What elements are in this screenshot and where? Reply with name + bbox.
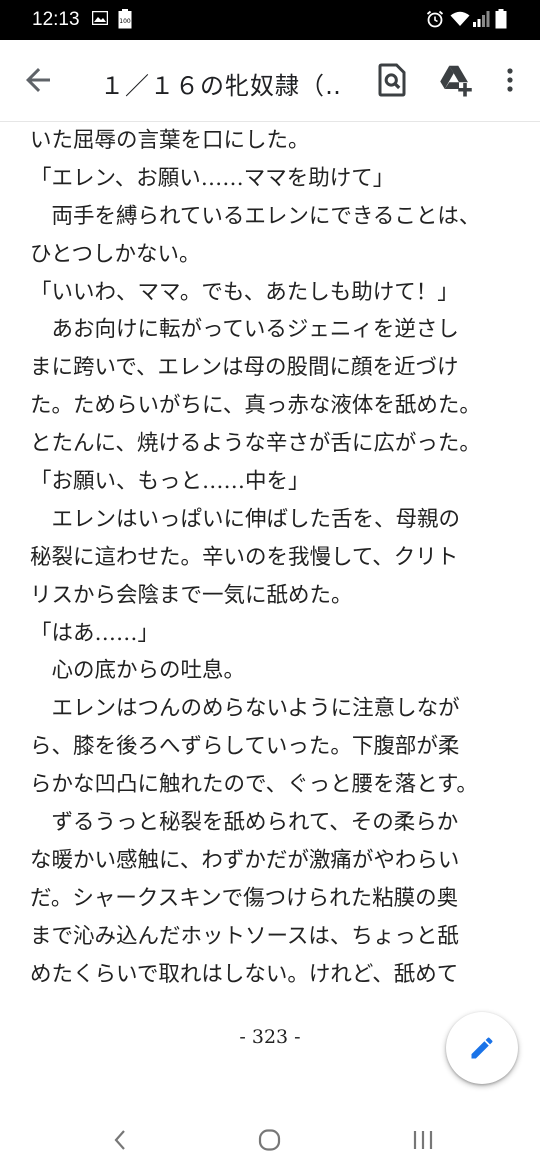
text-line: 両手を縛られているエレンにできることは、 [30,203,481,229]
text-line: 心の底からの吐息。 [30,658,246,684]
back-button[interactable] [20,62,56,98]
text-line: た。ためらいがちに、真っ赤な液体を舐めた。 [30,393,481,419]
edit-fab-button[interactable] [446,1012,518,1084]
app-bar: １／１６の牝奴隷（… [0,40,540,122]
add-to-drive-button[interactable] [438,62,474,98]
system-navigation-bar [0,1110,540,1170]
status-bar: 12:13 100 [0,0,540,40]
signal-icon [473,11,490,27]
battery-icon [495,9,507,29]
image-notification-icon [92,11,108,25]
text-line: あお向けに転がっているジェニィを逆さし [30,317,459,343]
text-line: 秘裂に這わせた。辛いのを我慢して、クリト [30,544,459,570]
text-line: ら、膝を後ろへずらしていった。下腹部が柔 [30,734,460,760]
nav-recents-button[interactable] [410,1126,436,1158]
document-page: いた屈辱の言葉を口にした。 「エレン、お願い……ママを助けて」 両手を縛られてい… [30,122,510,1012]
nav-back-button[interactable] [108,1126,132,1158]
edit-pencil-icon [471,1037,493,1059]
back-arrow-icon [26,68,50,92]
text-line: らかな凹凸に触れたので、ぐっと腰を落とす。 [30,772,478,798]
text-line: エレンはつんのめらないように注意しなが [30,696,460,722]
text-line: 「いいわ、ママ。でも、あたしも助けて！」 [30,279,459,305]
text-line: 「はあ……」 [30,620,160,646]
text-line: リスから会陰まで一気に舐めた。 [30,582,353,608]
more-options-button[interactable] [500,62,520,98]
nav-back-icon [114,1130,125,1150]
battery-level-text: 100 [119,18,131,25]
nav-recents-icon [413,1131,433,1149]
battery-notification-icon: 100 [118,9,132,29]
wifi-icon [450,11,470,26]
find-in-document-button[interactable] [376,62,408,98]
nav-home-icon [258,1129,281,1151]
more-vert-icon [507,68,513,92]
text-line: まで沁み込んだホットソースは、ちょっと舐 [30,923,459,949]
text-line: とたんに、焼けるような辛さが舌に広がった。 [30,431,481,457]
alarm-icon [426,10,444,28]
text-line: まに跨いで、エレンは母の股間に顔を近づけ [30,355,459,381]
text-line: な暖かい感触に、わずかだが激痛がやわらい [30,847,460,873]
text-line: だ。シャークスキンで傷つけられた粘膜の奥 [30,885,459,911]
status-time: 12:13 [32,9,80,30]
nav-home-button[interactable] [256,1126,284,1158]
document-title: １／１６の牝奴隷（… [100,72,340,98]
text-line: 「エレン、お願い……ママを助けて」 [30,165,395,191]
text-line: 「お願い、もっと……中を」 [30,469,310,495]
find-in-page-icon [378,63,406,97]
text-line: ひとつしかない。 [30,241,201,267]
text-line: ずるうっと秘裂を舐められて、その柔らか [30,810,459,836]
text-line: いた屈辱の言葉を口にした。 [30,128,310,153]
text-line: エレンはいっぱいに伸ばした舌を、母親の [30,506,461,532]
text-line: めたくらいで取れはしない。けれど、舐めて [30,961,459,987]
add-to-drive-icon [440,65,472,97]
